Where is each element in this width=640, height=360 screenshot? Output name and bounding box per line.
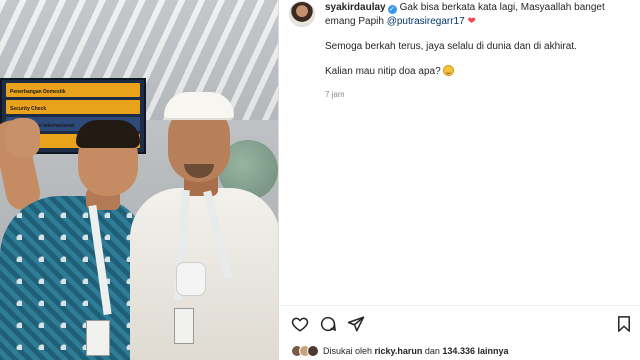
action-bar [289, 313, 635, 335]
caption: syakirdaulay ✓ Gak bisa berkata kata lagi,… [325, 1, 625, 102]
mention-link[interactable]: @putrasiregarr17 [387, 16, 465, 27]
likes-summary[interactable]: Disukai oleh ricky.harun dan 134.336 lai… [291, 344, 508, 358]
likes-count[interactable]: 134.336 [442, 346, 475, 356]
username-link[interactable]: syakirdaulay [325, 2, 386, 13]
caption-paragraph: Kalian mau nitip doa apa? [325, 65, 625, 79]
post-timestamp[interactable]: 7 jam [325, 88, 625, 102]
comment-bubble-icon[interactable] [317, 313, 339, 335]
person-left-batik-shirt [0, 196, 150, 360]
likes-text: Disukai oleh ricky.harun dan 134.336 lai… [323, 346, 509, 356]
avatar[interactable] [289, 1, 315, 27]
actions-divider [279, 305, 640, 306]
id-badge [86, 320, 110, 356]
bookmark-icon[interactable] [613, 313, 635, 335]
verified-badge-icon: ✓ [387, 5, 397, 14]
liker-avatar [307, 345, 319, 357]
instagram-post-view: Penerbangan Domestik Security Check Pene… [0, 0, 640, 360]
heart-outline-icon[interactable] [289, 313, 311, 335]
post-side-panel: syakirdaulay ✓ Gak bisa berkata kata lagi,… [279, 0, 640, 360]
paper-plane-icon[interactable] [345, 313, 367, 335]
post-photo[interactable]: Penerbangan Domestik Security Check Pene… [0, 0, 278, 360]
white-cap [164, 92, 234, 120]
liker-username[interactable]: ricky.harun [375, 346, 423, 356]
person-left-hand [6, 118, 40, 158]
id-badge [174, 308, 194, 344]
red-heart-icon: ❤ [467, 16, 476, 27]
caption-paragraph: Semoga berkah terus, jaya selalu di duni… [325, 41, 577, 52]
face-mask [176, 262, 206, 296]
smiling-face-icon [443, 65, 455, 76]
